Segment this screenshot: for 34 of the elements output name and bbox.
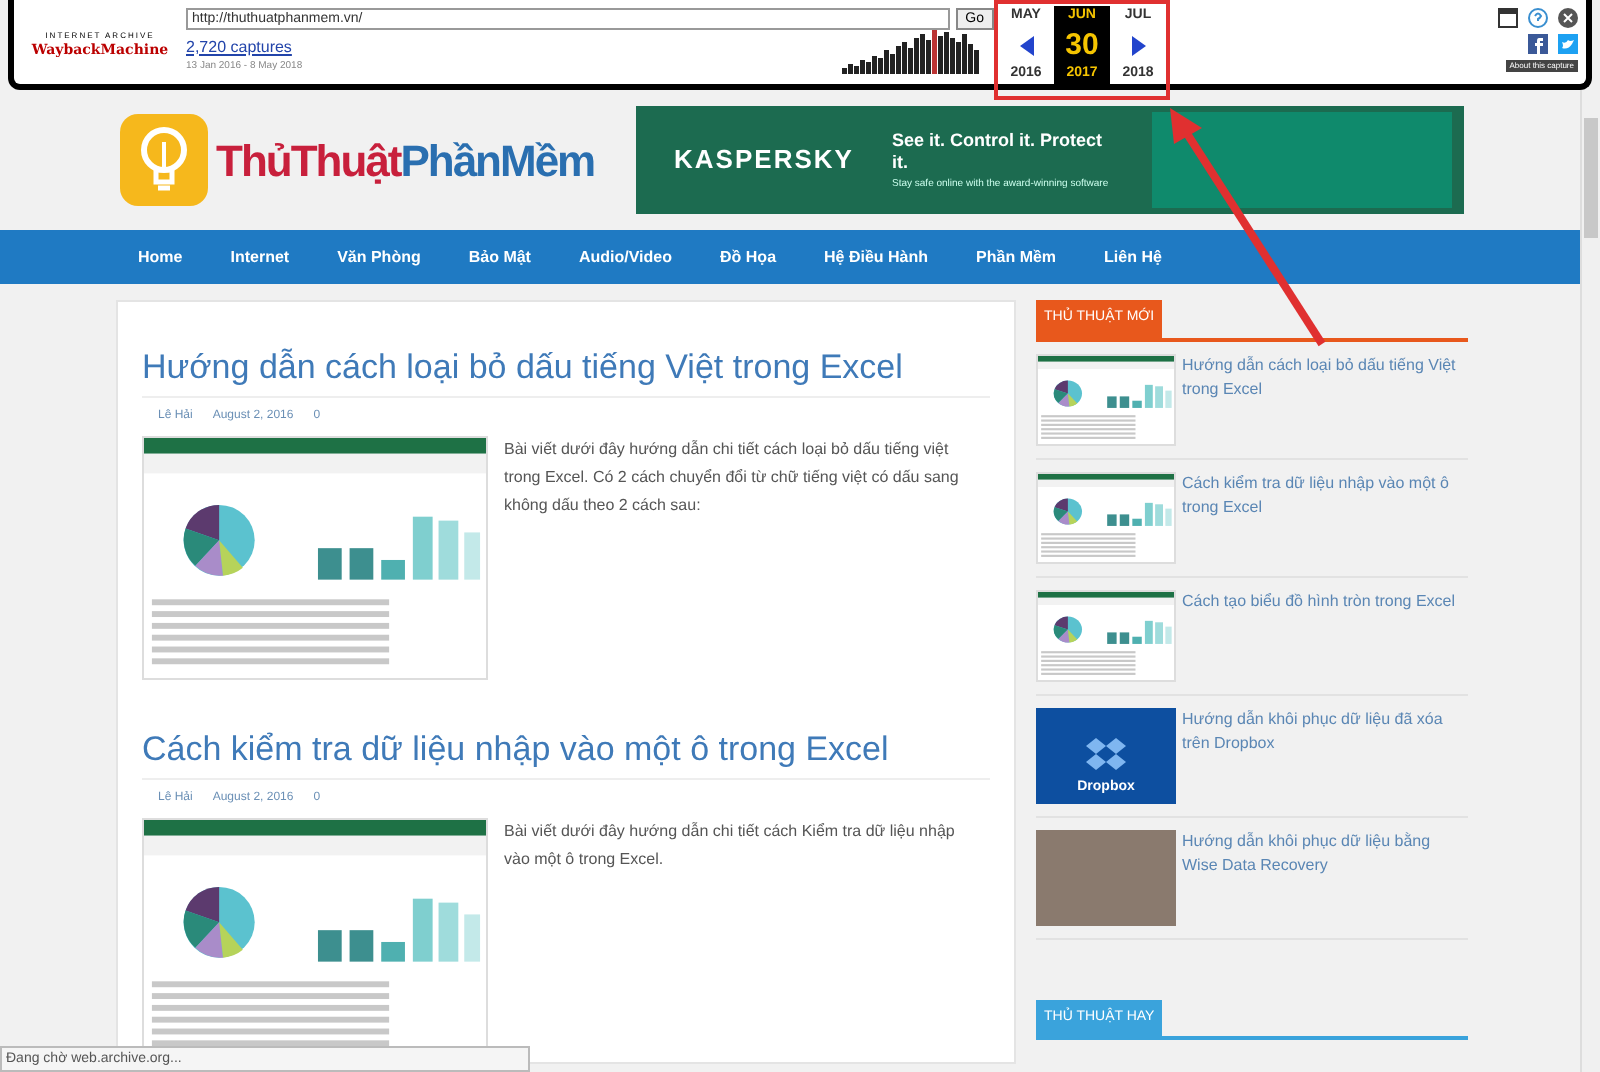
nav-link[interactable]: Audio/Video [578, 245, 673, 269]
nav-link[interactable]: Phần Mềm [976, 245, 1057, 269]
photo-placeholder [1036, 829, 1176, 925]
nav-link[interactable]: Home [138, 245, 183, 269]
post-title[interactable]: Cách kiểm tra dữ liệu nhập vào một ô trong Excel [142, 728, 990, 780]
sidebar-article-link[interactable]: Cách tạo biểu đồ hình tròn trong Excel [1182, 589, 1456, 681]
previous-arrow-icon[interactable] [1019, 35, 1033, 55]
banner-brand: KASPERSKY [672, 142, 856, 179]
close-icon[interactable] [1558, 8, 1578, 28]
nav-link[interactable]: Liên Hệ [1104, 245, 1162, 269]
site-logo-text[interactable]: ThủThuậtPhầnMềm [216, 127, 595, 193]
window-icon[interactable] [1498, 8, 1518, 28]
banner-headline: See it. Control it. Protect it. [892, 129, 1105, 173]
nav-link[interactable]: Internet [230, 245, 290, 269]
post-title[interactable]: Hướng dẫn cách loại bỏ dấu tiếng Việt trong Excel [142, 346, 990, 398]
captures-link[interactable]: 2,720 captures [186, 35, 303, 59]
post-excerpt: Bài viết dưới đây hướng dẫn chi tiết cách Kiểm tra dữ liệu nhập vào một ô trong Excel. [504, 820, 957, 872]
facebook-icon[interactable] [1528, 34, 1548, 54]
lightbulb-logo-icon [120, 114, 208, 206]
sidebar-article-link[interactable]: Hướng dẫn khôi phục dữ liệu đã xóa trên Dropbox [1182, 707, 1468, 803]
nav-link[interactable]: Hệ Điều Hành [824, 245, 929, 269]
spreadsheet-screenshot-drawing [1036, 589, 1176, 681]
spreadsheet-screenshot-drawing [1036, 353, 1176, 445]
post-excerpt: Bài viết dưới đây hướng dẫn chi tiết cách loại bỏ dấu tiếng việt trong Excel. Có 2 cách chuyển đổi từ chữ tiếng việt có dấu sang không dấu theo 2 cách sau: [504, 438, 961, 518]
nav-link[interactable]: Văn Phòng [337, 245, 421, 269]
nav-link[interactable]: Bảo Mật [468, 245, 531, 269]
spreadsheet-screenshot-drawing [1036, 471, 1176, 563]
help-icon[interactable] [1528, 8, 1548, 28]
nav-link[interactable]: Đồ Họa [720, 245, 777, 269]
sidebar-article-link[interactable]: Hướng dẫn cách loại bỏ dấu tiếng Việt trong Excel [1182, 353, 1468, 445]
sidebar-article-link[interactable]: Cách kiểm tra dữ liệu nhập vào một ô trong Excel [1182, 471, 1468, 563]
next-arrow-icon[interactable] [1131, 35, 1145, 55]
selected-day: 30 [1054, 27, 1110, 63]
sidebar-article-link[interactable]: Hướng dẫn khôi phục dữ liệu bằng Wise Data Recovery [1182, 829, 1468, 925]
